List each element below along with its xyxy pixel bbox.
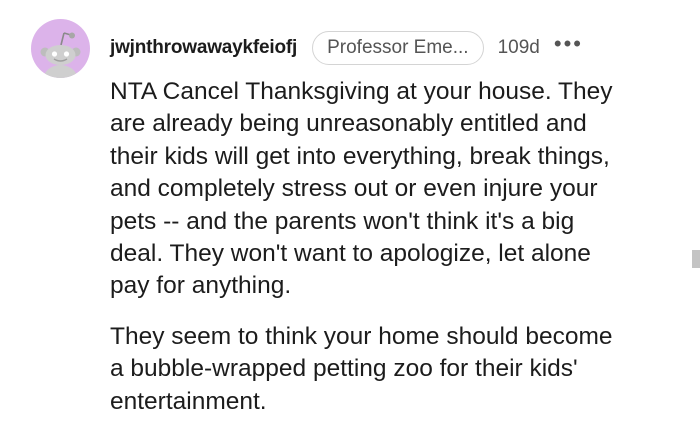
username[interactable]: jwjnthrowawaykfeiofj [110,37,297,59]
more-dots-icon[interactable]: ••• [554,33,583,55]
comment-body: NTA Cancel Thanksgiving at your house. T… [110,76,695,418]
comment-paragraph: They seem to think your home should beco… [110,322,613,415]
comment-header: jwjnthrowawaykfeiofj Professor Eme... 10… [110,30,583,66]
comment: jwjnthrowawaykfeiofj Professor Eme... 10… [0,0,700,437]
comment-age: 109d [497,37,540,58]
user-flair[interactable]: Professor Eme... [312,31,484,65]
avatar[interactable] [31,19,90,78]
comment-paragraph: NTA Cancel Thanksgiving at your house. T… [110,78,613,300]
snoo-avatar-icon [40,32,81,78]
scrollbar-thumb[interactable] [692,250,700,268]
